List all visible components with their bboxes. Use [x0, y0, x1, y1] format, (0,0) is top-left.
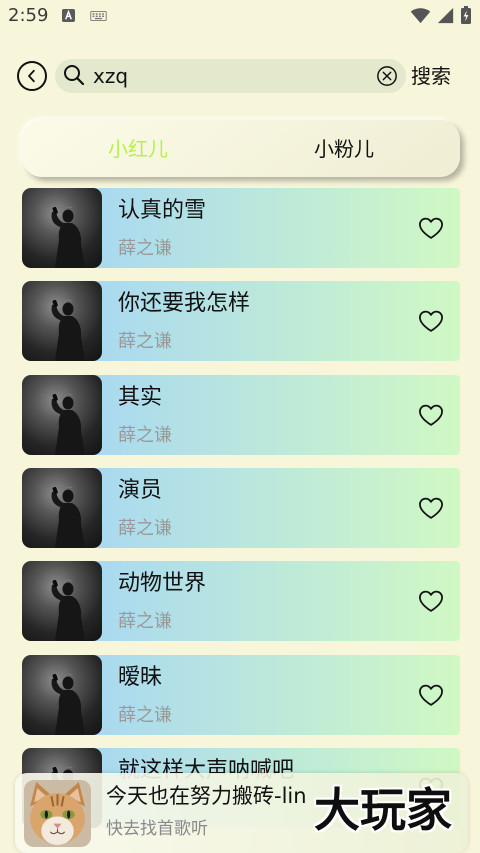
- song-artist: 薛之谦: [118, 331, 172, 353]
- wifi-icon: [410, 7, 431, 24]
- song-list: 认真的雪 薛之谦 你还要我怎样 薛之谦 其实 薛之谦 演员 薛之谦 动物世界 薛…: [22, 188, 460, 841]
- song-artist: 薛之谦: [118, 704, 172, 726]
- tab-bar: 小红儿 小粉儿: [22, 120, 460, 177]
- tab-xiaohonger[interactable]: 小红儿: [66, 134, 210, 164]
- like-button[interactable]: [417, 587, 445, 615]
- player-subtitle: 快去找首歌听: [106, 819, 208, 839]
- status-bar: 2:59: [0, 0, 480, 32]
- song-artist: 薛之谦: [118, 517, 172, 539]
- song-artist: 薛之谦: [118, 424, 172, 446]
- like-button[interactable]: [417, 681, 445, 709]
- like-button[interactable]: [417, 494, 445, 522]
- song-row[interactable]: 认真的雪 薛之谦: [22, 188, 460, 268]
- like-button[interactable]: [417, 401, 445, 429]
- song-artist: 薛之谦: [118, 238, 172, 259]
- search-button[interactable]: 搜索: [411, 62, 459, 90]
- search-box[interactable]: [55, 59, 406, 93]
- heart-icon: [417, 681, 445, 709]
- keyboard-icon: [90, 11, 107, 21]
- song-row[interactable]: 暧昧 薛之谦: [22, 654, 460, 735]
- heart-icon: [417, 587, 445, 615]
- heart-icon: [417, 307, 445, 335]
- album-cover: [22, 281, 102, 362]
- search-input[interactable]: [93, 62, 363, 90]
- heart-icon: [417, 401, 445, 429]
- song-row[interactable]: 演员 薛之谦: [22, 467, 460, 548]
- search-icon[interactable]: [62, 63, 86, 87]
- watermark-logo: 大玩家: [314, 783, 452, 837]
- cellular-signal-icon: [437, 7, 454, 24]
- like-button[interactable]: [417, 307, 445, 335]
- text-input-a-icon: [62, 9, 75, 22]
- song-row[interactable]: 动物世界 薛之谦: [22, 561, 460, 642]
- song-title: 演员: [118, 477, 163, 503]
- cat-avatar: [24, 780, 91, 847]
- status-time: 2:59: [8, 5, 49, 26]
- album-cover: [22, 654, 102, 735]
- song-title: 动物世界: [118, 571, 207, 597]
- heart-icon: [417, 494, 445, 522]
- album-cover: [22, 374, 102, 455]
- clear-icon[interactable]: [376, 65, 398, 87]
- like-button[interactable]: [417, 214, 445, 242]
- battery-charging-icon: [461, 6, 471, 24]
- album-cover: [22, 467, 102, 548]
- song-title: 认真的雪: [118, 198, 207, 223]
- album-cover: [22, 561, 102, 642]
- song-title: 你还要我怎样: [118, 291, 251, 317]
- player-title: 今天也在努力搬砖-lin: [106, 784, 307, 808]
- tab-xiaofener[interactable]: 小粉儿: [272, 134, 416, 164]
- heart-icon: [417, 214, 445, 242]
- song-row[interactable]: 其实 薛之谦: [22, 374, 460, 455]
- album-cover: [22, 188, 102, 268]
- back-icon: [28, 69, 35, 83]
- back-button[interactable]: [17, 61, 47, 91]
- song-title: 其实: [118, 384, 163, 410]
- song-title: 暧昧: [118, 664, 163, 690]
- song-artist: 薛之谦: [118, 611, 172, 633]
- song-row[interactable]: 你还要我怎样 薛之谦: [22, 281, 460, 362]
